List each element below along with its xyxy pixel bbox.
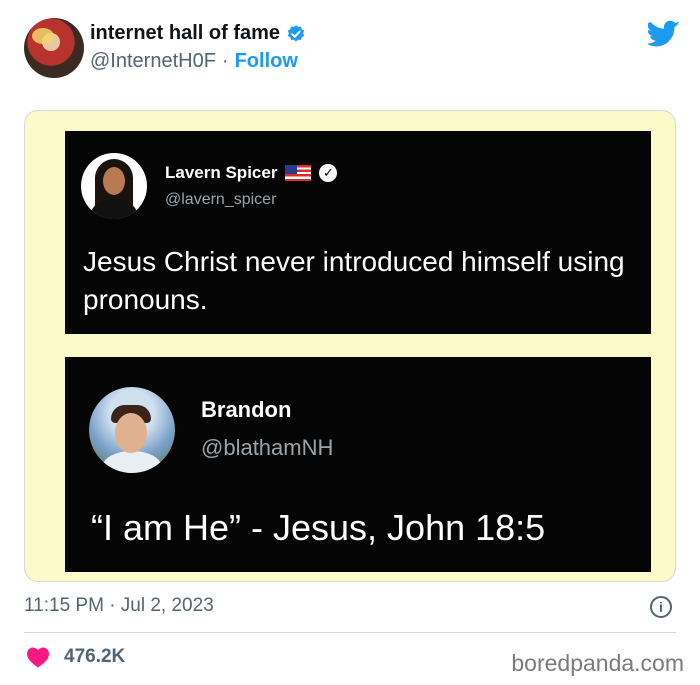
verified-check-icon: ✓ (319, 164, 338, 182)
twitter-bird-icon[interactable] (648, 20, 680, 48)
first-handle: @lavern_spicer (165, 191, 277, 208)
follow-button[interactable]: Follow (235, 50, 298, 73)
tweet-header: internet hall of fame @InternetH0F · Fol… (24, 18, 684, 82)
embedded-tweet-first: Lavern Spicer ✓ @lavern_spicer Jesus Chr… (65, 131, 651, 334)
divider (24, 632, 676, 633)
author-handle-row: @InternetH0F · Follow (90, 50, 298, 73)
boredpanda-watermark: boredpanda.com (511, 650, 684, 676)
second-name: Brandon (201, 397, 292, 422)
first-name: Lavern Spicer (165, 163, 278, 182)
author-avatar[interactable] (24, 18, 84, 78)
author-name[interactable]: internet hall of fame (90, 22, 280, 45)
heart-icon (27, 647, 49, 668)
separator-dot: · (221, 50, 229, 72)
like-button[interactable]: 476.2K (26, 646, 125, 668)
author-name-row: internet hall of fame (90, 22, 306, 45)
second-handle: @blathamNH (201, 435, 334, 460)
tweet-timestamp[interactable]: 11:15 PM · Jul 2, 2023 (24, 595, 214, 617)
us-flag-icon (285, 165, 312, 181)
embedded-image[interactable]: Lavern Spicer ✓ @lavern_spicer Jesus Chr… (24, 110, 676, 582)
second-avatar (89, 387, 175, 473)
first-text: Jesus Christ never introduced himself us… (83, 246, 625, 315)
embedded-tweet-second: Brandon @blathamNH “I am He” - Jesus, Jo… (65, 357, 651, 572)
second-text: “I am He” - Jesus, John 18:5 (91, 507, 546, 548)
like-count: 476.2K (64, 646, 126, 667)
verified-badge-icon (287, 24, 305, 41)
first-name-row: Lavern Spicer ✓ (165, 163, 338, 183)
author-handle[interactable]: @InternetH0F (90, 50, 216, 73)
first-avatar (81, 153, 147, 219)
info-icon[interactable]: i (650, 596, 672, 618)
